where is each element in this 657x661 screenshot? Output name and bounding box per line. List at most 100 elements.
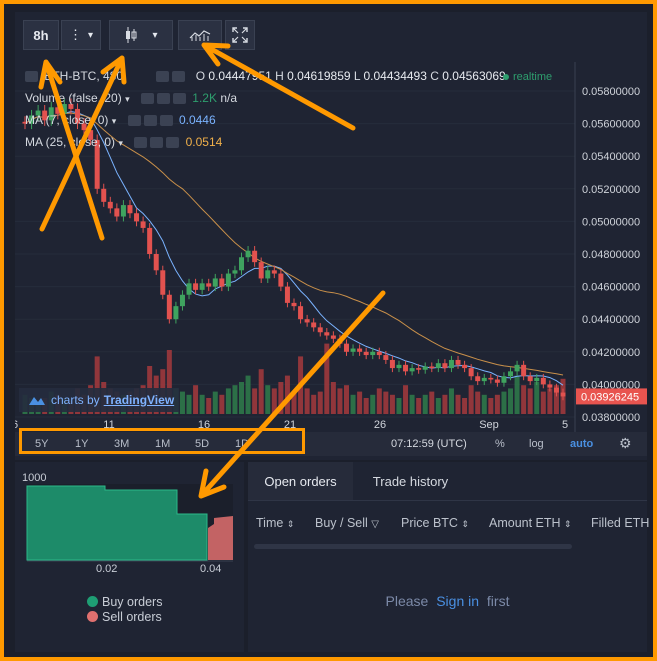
chevron-down-icon[interactable]: ▾ — [125, 94, 130, 104]
candle — [501, 376, 507, 383]
tradingview-watermark[interactable]: charts by TradingView — [19, 388, 179, 412]
percent-toggle[interactable]: % — [495, 438, 505, 450]
candle — [330, 335, 336, 339]
visibility-icon[interactable] — [127, 115, 141, 127]
volume-bar — [389, 394, 395, 414]
log-toggle[interactable]: log — [529, 438, 544, 450]
orders-panel: Open orders Trade history Time ⇕ Buy / S… — [248, 462, 649, 652]
candle — [107, 201, 113, 209]
visibility-icon[interactable] — [134, 137, 148, 149]
divider — [248, 500, 647, 501]
volume-bar — [455, 394, 461, 414]
candle — [186, 283, 192, 295]
ma7-value: 0.0446 — [178, 113, 216, 127]
chevron-down-icon[interactable]: ▾ — [118, 138, 123, 148]
volume-bar — [376, 388, 382, 414]
x-tick-label: Sep — [479, 419, 499, 431]
candle — [258, 262, 264, 279]
clock-label[interactable]: 07:12:59 (UTC) — [391, 438, 467, 450]
app-frame: 8h ⋮ ▾ ▾ 0.05800000 0.05600000 0.0540000… — [4, 4, 653, 657]
y-tick-label: 0.04600000 — [582, 282, 640, 294]
auto-toggle[interactable]: auto — [570, 438, 593, 450]
candle — [376, 351, 382, 356]
chart-style-button[interactable]: ▾ — [109, 20, 173, 50]
volume-bar — [304, 388, 310, 414]
settings-icon[interactable] — [156, 93, 170, 105]
volume-bar — [199, 394, 205, 414]
volume-bar — [370, 394, 376, 414]
col-time[interactable]: Time ⇕ — [256, 516, 294, 530]
candle — [298, 306, 304, 320]
visibility-icon[interactable] — [140, 93, 154, 105]
fullscreen-button[interactable] — [225, 20, 255, 50]
open-value: 0.04447951 — [208, 69, 272, 83]
close-icon[interactable] — [159, 115, 173, 127]
collapse-legend-icon[interactable] — [25, 71, 38, 83]
close-icon[interactable] — [172, 93, 186, 105]
buy-dot-icon — [87, 596, 98, 607]
candle — [357, 348, 363, 352]
sort-icon: ⇕ — [564, 519, 572, 529]
col-buy-sell[interactable]: Buy / Sell ▽ — [315, 516, 379, 530]
volume-bar — [475, 391, 481, 414]
candle — [166, 294, 172, 320]
candle — [127, 205, 133, 214]
sign-in-link[interactable]: Sign in — [436, 593, 479, 609]
volume-bar — [291, 391, 297, 414]
fullscreen-icon — [232, 27, 248, 43]
filter-icon: ▽ — [371, 519, 379, 530]
volume-bar — [330, 382, 336, 414]
settings-icon[interactable] — [143, 115, 157, 127]
volume-bar — [179, 391, 185, 414]
y-tick-label: 0.04400000 — [582, 314, 640, 326]
candle — [245, 250, 251, 258]
candle — [343, 343, 349, 352]
sort-icon: ⇕ — [461, 519, 469, 529]
ma7-legend: MA (7, close, 0) ▾ 0.0446 — [25, 113, 216, 127]
settings-icon[interactable] — [150, 137, 164, 149]
col-filled[interactable]: Filled ETH — [591, 516, 649, 530]
chevron-down-icon[interactable]: ▾ — [112, 116, 117, 126]
candle — [481, 377, 487, 382]
indicators-button[interactable] — [178, 20, 222, 50]
candle — [317, 327, 323, 333]
candle — [219, 278, 225, 287]
volume-bar — [239, 382, 245, 414]
close-icon[interactable] — [172, 71, 186, 83]
settings-icon[interactable] — [156, 71, 170, 83]
candle — [114, 208, 120, 217]
ma7-study-label[interactable]: MA (7, close, 0) — [25, 113, 108, 127]
annotation-highlight-box — [19, 428, 305, 454]
candle — [304, 319, 310, 323]
interval-menu-button[interactable]: ⋮ ▾ — [61, 20, 101, 50]
candle — [514, 364, 520, 372]
candle — [173, 306, 179, 320]
candle — [363, 351, 369, 356]
ma25-legend: MA (25, close, 0) ▾ 0.0514 — [25, 135, 222, 149]
volume-bar — [357, 391, 363, 414]
realtime-indicator: realtime — [503, 71, 552, 83]
table-scrollbar[interactable] — [254, 544, 572, 549]
volume-bar — [324, 343, 330, 414]
ma25-study-label[interactable]: MA (25, close, 0) — [25, 135, 115, 149]
gear-icon[interactable]: ⚙ — [619, 435, 632, 452]
col-amount[interactable]: Amount ETH ⇕ — [489, 516, 572, 530]
candle — [403, 364, 409, 372]
candle — [448, 359, 454, 369]
candle — [422, 366, 428, 370]
col-price[interactable]: Price BTC ⇕ — [401, 516, 469, 530]
candle — [252, 250, 258, 263]
volume-bar — [298, 356, 304, 414]
tab-open-orders[interactable]: Open orders — [248, 462, 353, 500]
y-tick-label: 0.03800000 — [582, 412, 640, 424]
volume-bar — [540, 391, 546, 414]
interval-button[interactable]: 8h — [23, 20, 59, 50]
volume-study-label[interactable]: Volume (false, 20) — [25, 91, 122, 105]
symbol-label: ETH-BTC, 480 — [44, 69, 124, 83]
candle — [468, 368, 474, 377]
candle — [553, 387, 559, 393]
candle — [389, 359, 395, 369]
volume-bar — [422, 394, 428, 414]
close-icon[interactable] — [166, 137, 180, 149]
tab-trade-history[interactable]: Trade history — [353, 462, 468, 500]
